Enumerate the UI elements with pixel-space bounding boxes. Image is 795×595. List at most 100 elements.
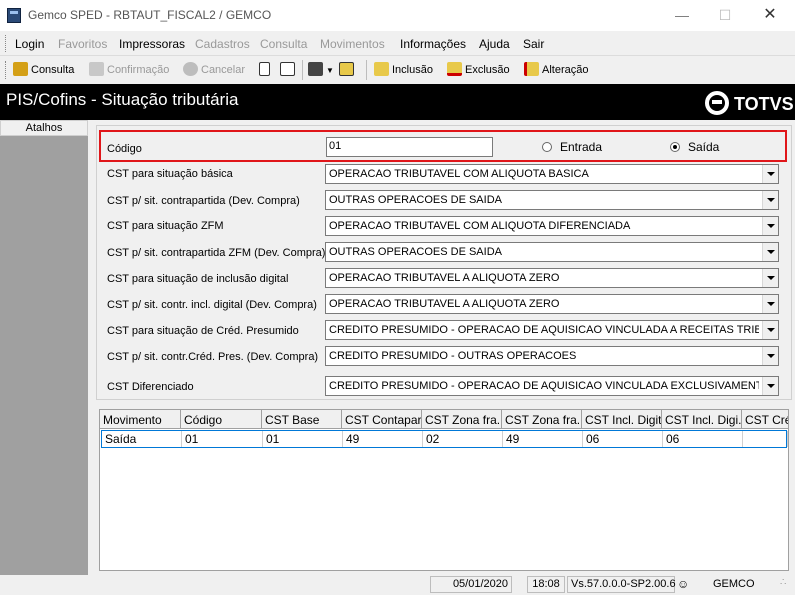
table-cell [743, 431, 788, 447]
radio-entrada[interactable]: Entrada [542, 140, 602, 154]
data-grid[interactable]: Movimento Código CST Base CST Contapar..… [99, 409, 789, 571]
codigo-input[interactable]: 01 [326, 137, 493, 157]
menu-impressoras[interactable]: Impressoras [119, 37, 185, 51]
close-icon[interactable]: ✕ [748, 3, 792, 27]
radio-entrada-icon [542, 142, 552, 152]
radio-entrada-label: Entrada [560, 140, 603, 154]
column-header[interactable]: CST Zona fra... [422, 410, 502, 429]
table-cell: 06 [663, 431, 743, 447]
table-cell: 06 [583, 431, 663, 447]
menu-login[interactable]: Login [15, 37, 44, 51]
menu-sair[interactable]: Sair [523, 37, 544, 51]
select-cst-inclusao-digital[interactable]: OPERACAO TRIBUTAVEL A ALIQUOTA ZERO [325, 268, 779, 288]
select-value: OPERACAO TRIBUTAVEL A ALIQUOTA ZERO [329, 298, 560, 310]
inclusao-label: Inclusão [392, 64, 433, 76]
confirmacao-label: Confirmação [107, 64, 170, 76]
chevron-down-icon[interactable] [762, 217, 778, 235]
field-label-cst-contr-cred-pres: CST p/ sit. contr.Créd. Pres. (Dev. Comp… [107, 351, 319, 363]
radio-saida[interactable]: Saída [670, 140, 719, 154]
table-row[interactable]: Saída 01 01 49 02 49 06 06 [101, 430, 788, 448]
page-title: PIS/Cofins - Situação tributária [6, 90, 239, 109]
field-label-cst-diferenciado: CST Diferenciado [107, 381, 194, 393]
column-header[interactable]: Movimento [100, 410, 181, 429]
chevron-down-icon[interactable] [762, 377, 778, 395]
column-header[interactable]: CST Zona fra... [502, 410, 582, 429]
new-document-button[interactable] [259, 61, 273, 79]
user-icon: ☺ [677, 577, 690, 591]
status-time: 18:08 [527, 576, 565, 593]
select-value: OUTRAS OPERACOES DE SAIDA [329, 194, 502, 206]
minimize-icon[interactable]: — [660, 3, 704, 27]
cancelar-button[interactable]: Cancelar [183, 61, 245, 79]
printer-icon [308, 62, 323, 76]
toolbar-separator [366, 60, 367, 80]
chevron-down-icon[interactable] [762, 165, 778, 183]
chevron-down-icon[interactable] [762, 191, 778, 209]
chevron-down-icon[interactable] [762, 295, 778, 313]
window-titlebar: Gemco SPED - RBTAUT_FISCAL2 / GEMCO — ☐ … [0, 0, 795, 31]
table-cell: 01 [263, 431, 343, 447]
select-cst-contrapartida[interactable]: OUTRAS OPERACOES DE SAIDA [325, 190, 779, 210]
menu-bar: Login Favoritos Impressoras Cadastros Co… [0, 31, 795, 56]
confirmacao-button[interactable]: Confirmação [89, 61, 169, 79]
select-cst-contr-cred-pres[interactable]: CREDITO PRESUMIDO - OUTRAS OPERACOES [325, 346, 779, 366]
sidebar-title[interactable]: Atalhos [0, 120, 88, 136]
cancelar-label: Cancelar [201, 64, 246, 76]
brand-logo: TOTVS [705, 91, 794, 115]
column-header[interactable]: CST Base [262, 410, 342, 429]
column-header[interactable]: CST Incl. Digital [582, 410, 662, 429]
menu-favoritos[interactable]: Favoritos [58, 37, 107, 51]
toolbar: Consulta Confirmação Cancelar ▼ Inclusão… [0, 57, 795, 83]
menu-movimentos[interactable]: Movimentos [320, 37, 385, 51]
chevron-down-icon[interactable] [762, 347, 778, 365]
exclusao-label: Exclusão [465, 64, 510, 76]
select-cst-diferenciado[interactable]: CREDITO PRESUMIDO - OPERACAO DE AQUISICA… [325, 376, 779, 396]
chevron-down-icon[interactable] [762, 269, 778, 287]
field-label-cst-inclusao-digital: CST para situação de inclusão digital [107, 273, 289, 285]
print-button[interactable]: ▼ [308, 61, 334, 79]
menu-ajuda[interactable]: Ajuda [479, 37, 510, 51]
codigo-label: Código [107, 143, 142, 155]
radio-saida-label: Saída [688, 140, 720, 154]
consulta-button[interactable]: Consulta [13, 61, 74, 79]
grid-header: Movimento Código CST Base CST Contapar..… [100, 410, 788, 429]
select-value: CREDITO PRESUMIDO - OUTRAS OPERACOES [329, 350, 577, 362]
print-preview-icon [339, 62, 354, 76]
copy-button[interactable] [280, 61, 298, 79]
menu-grip [5, 35, 8, 52]
table-cell: Saída [102, 431, 182, 447]
save-icon [89, 62, 104, 76]
alteracao-label: Alteração [542, 64, 589, 76]
print-preview-button[interactable] [339, 61, 357, 79]
select-value: CREDITO PRESUMIDO - OPERACAO DE AQUISICA… [329, 380, 759, 392]
brand-name: TOTVS [734, 94, 794, 114]
field-label-cst-cred-presumido: CST para situação de Créd. Presumido [107, 325, 299, 337]
column-header[interactable]: Código [181, 410, 262, 429]
menu-informacoes[interactable]: Informações [400, 37, 466, 51]
maximize-icon[interactable]: ☐ [703, 3, 747, 27]
select-cst-zfm[interactable]: OPERACAO TRIBUTAVEL COM ALIQUOTA DIFEREN… [325, 216, 779, 236]
select-cst-contrapartida-zfm[interactable]: OUTRAS OPERACOES DE SAIDA [325, 242, 779, 262]
column-header[interactable]: CST Créd [742, 410, 788, 429]
select-cst-basica[interactable]: OPERACAO TRIBUTAVEL COM ALIQUOTA BASICA [325, 164, 779, 184]
chevron-down-icon[interactable] [762, 321, 778, 339]
select-cst-contr-incl-digital[interactable]: OPERACAO TRIBUTAVEL A ALIQUOTA ZERO [325, 294, 779, 314]
exclusao-button[interactable]: Exclusão [447, 61, 510, 79]
chevron-down-icon[interactable] [762, 243, 778, 261]
status-user: GEMCO [713, 578, 755, 590]
select-cst-cred-presumido[interactable]: CREDITO PRESUMIDO - OPERACAO DE AQUISICA… [325, 320, 779, 340]
column-header[interactable]: CST Incl. Digi... [662, 410, 742, 429]
edit-folder-icon [524, 62, 539, 76]
table-cell: 01 [182, 431, 263, 447]
new-document-icon [259, 62, 270, 76]
alteracao-button[interactable]: Alteração [524, 61, 588, 79]
column-header[interactable]: CST Contapar... [342, 410, 422, 429]
select-value: OPERACAO TRIBUTAVEL A ALIQUOTA ZERO [329, 272, 560, 284]
menu-cadastros[interactable]: Cadastros [195, 37, 250, 51]
status-version: Vs.57.0.0.0-SP2.00.6 [567, 576, 676, 593]
inclusao-button[interactable]: Inclusão [374, 61, 433, 79]
resize-grip-icon[interactable]: ∴ [780, 577, 794, 592]
menu-consulta[interactable]: Consulta [260, 37, 307, 51]
table-cell: 49 [343, 431, 423, 447]
select-value: OPERACAO TRIBUTAVEL COM ALIQUOTA DIFEREN… [329, 220, 631, 232]
